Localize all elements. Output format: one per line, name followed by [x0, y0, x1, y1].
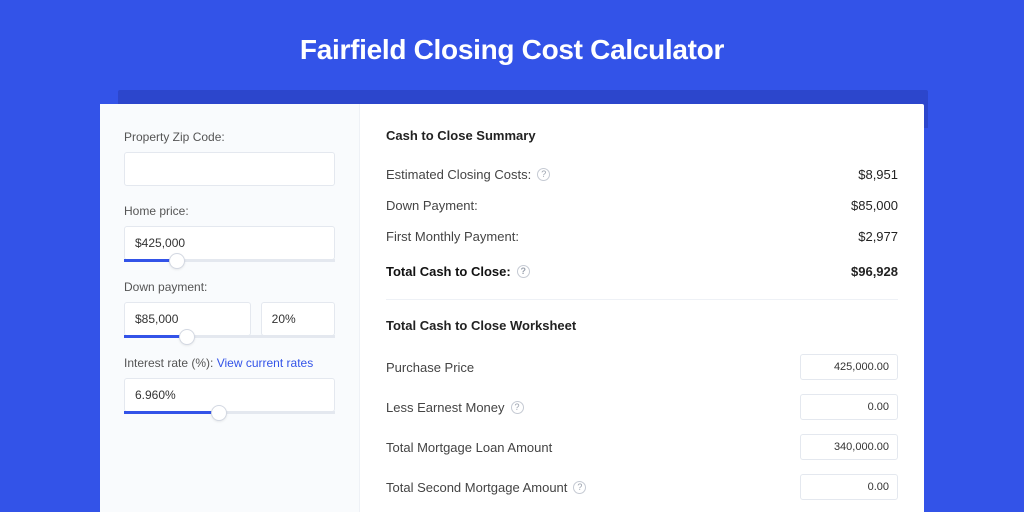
summary-row-value: $85,000: [851, 198, 898, 213]
summary-row: First Monthly Payment: $2,977: [386, 221, 898, 252]
summary-title: Cash to Close Summary: [386, 128, 898, 143]
summary-row: Down Payment: $85,000: [386, 190, 898, 221]
purchase-price-input[interactable]: [800, 354, 898, 380]
summary-row: Estimated Closing Costs: ? $8,951: [386, 159, 898, 190]
slider-track: [124, 335, 335, 338]
help-icon[interactable]: ?: [537, 168, 550, 181]
worksheet-title: Total Cash to Close Worksheet: [386, 318, 898, 333]
home-price-slider[interactable]: [124, 259, 335, 262]
slider-thumb[interactable]: [169, 253, 185, 269]
zip-input[interactable]: [124, 152, 335, 186]
home-price-input[interactable]: [124, 226, 335, 260]
home-price-label: Home price:: [124, 204, 335, 218]
slider-fill: [124, 335, 187, 338]
view-rates-link[interactable]: View current rates: [217, 356, 314, 370]
help-icon[interactable]: ?: [573, 481, 586, 494]
worksheet-row: Total Mortgage Loan Amount: [386, 427, 898, 467]
worksheet-row-label: Total Second Mortgage Amount ?: [386, 480, 586, 495]
summary-total-row: Total Cash to Close: ? $96,928: [386, 252, 898, 287]
calculator-card: Property Zip Code: Home price: Down paym…: [100, 104, 924, 512]
summary-row-label: First Monthly Payment:: [386, 229, 519, 244]
second-mortgage-input[interactable]: [800, 474, 898, 500]
slider-thumb[interactable]: [179, 329, 195, 345]
worksheet-row-label: Purchase Price: [386, 360, 474, 375]
worksheet-row-label-text: Less Earnest Money: [386, 400, 505, 415]
down-payment-inputs: [124, 302, 335, 336]
home-price-field-group: Home price:: [124, 204, 335, 262]
inputs-panel: Property Zip Code: Home price: Down paym…: [100, 104, 360, 512]
results-panel: Cash to Close Summary Estimated Closing …: [360, 104, 924, 512]
down-payment-field-group: Down payment:: [124, 280, 335, 338]
interest-field-group: Interest rate (%): View current rates: [124, 356, 335, 414]
worksheet-row: Total Second Mortgage Amount ?: [386, 467, 898, 507]
interest-slider[interactable]: [124, 411, 335, 414]
interest-input[interactable]: [124, 378, 335, 412]
worksheet-block: Total Cash to Close Worksheet Purchase P…: [386, 318, 898, 507]
worksheet-row: Less Earnest Money ?: [386, 387, 898, 427]
mortgage-loan-input[interactable]: [800, 434, 898, 460]
summary-total-label: Total Cash to Close: ?: [386, 264, 530, 279]
earnest-money-input[interactable]: [800, 394, 898, 420]
worksheet-row-label: Less Earnest Money ?: [386, 400, 524, 415]
slider-track: [124, 259, 335, 262]
summary-row-value: $2,977: [858, 229, 898, 244]
worksheet-row: Purchase Price: [386, 347, 898, 387]
page-root: Fairfield Closing Cost Calculator Proper…: [0, 0, 1024, 512]
slider-fill: [124, 411, 219, 414]
help-icon[interactable]: ?: [511, 401, 524, 414]
summary-total-label-text: Total Cash to Close:: [386, 264, 511, 279]
worksheet-row-label: Total Mortgage Loan Amount: [386, 440, 552, 455]
down-payment-label: Down payment:: [124, 280, 335, 294]
summary-row-label: Estimated Closing Costs: ?: [386, 167, 550, 182]
slider-track: [124, 411, 335, 414]
interest-label-text: Interest rate (%):: [124, 356, 213, 370]
interest-label: Interest rate (%): View current rates: [124, 356, 335, 370]
summary-row-label-text: Estimated Closing Costs:: [386, 167, 531, 182]
help-icon[interactable]: ?: [517, 265, 530, 278]
zip-label: Property Zip Code:: [124, 130, 335, 144]
summary-row-label: Down Payment:: [386, 198, 478, 213]
summary-row-value: $8,951: [858, 167, 898, 182]
slider-thumb[interactable]: [211, 405, 227, 421]
worksheet-row-label-text: Total Second Mortgage Amount: [386, 480, 567, 495]
down-payment-percent-input[interactable]: [261, 302, 335, 336]
page-title: Fairfield Closing Cost Calculator: [0, 0, 1024, 66]
zip-field-group: Property Zip Code:: [124, 130, 335, 186]
down-payment-slider[interactable]: [124, 335, 335, 338]
summary-total-value: $96,928: [851, 264, 898, 279]
summary-block: Cash to Close Summary Estimated Closing …: [386, 128, 898, 300]
